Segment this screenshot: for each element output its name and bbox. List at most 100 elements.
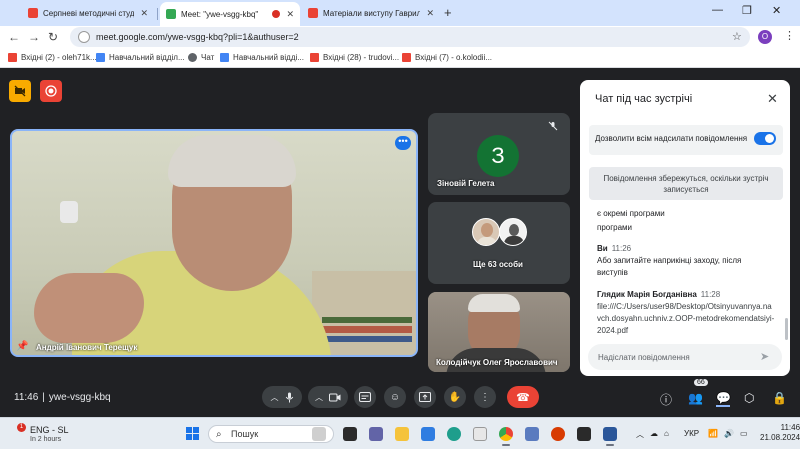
more-options-button[interactable]: ⋮ [474, 386, 496, 408]
chat-icon[interactable]: 💬 [716, 391, 731, 405]
recording-icon[interactable] [40, 80, 62, 102]
network-icon[interactable]: ⌂ [664, 429, 669, 438]
chevron-up-icon[interactable]: ︿ [636, 429, 644, 440]
address-bar[interactable]: meet.google.com/ywe-vsgg-kbq?pli=1&authu… [70, 27, 750, 47]
tab-gmail-studios[interactable]: Серпневі методичні студії - 20 ✕ [22, 3, 154, 23]
captions-button[interactable] [354, 386, 376, 408]
allow-messages-toggle[interactable] [754, 132, 776, 145]
powerpoint-icon[interactable] [551, 427, 565, 441]
people-icon[interactable]: 👥 [688, 391, 703, 405]
battery-icon[interactable]: ▭ [740, 429, 748, 438]
gmail-icon [8, 53, 17, 62]
close-icon[interactable]: ✕ [140, 8, 148, 19]
clock-date: 21.08.2024 [760, 433, 800, 442]
main-video-tile[interactable] [10, 129, 418, 357]
close-icon[interactable]: ✕ [426, 8, 434, 19]
raise-hand-button[interactable]: ✋ [444, 386, 466, 408]
terminal-icon[interactable] [577, 427, 591, 441]
participant-name: Зіновій Гелета [437, 179, 495, 188]
site-info-icon[interactable] [78, 31, 90, 43]
send-icon[interactable]: ➤ [760, 350, 769, 363]
file-explorer-icon[interactable] [395, 427, 409, 441]
host-controls-icon[interactable]: 🔒 [772, 391, 787, 405]
activities-icon[interactable]: ⬡ [744, 391, 754, 405]
camera-button[interactable]: ︿ [308, 386, 348, 408]
end-call-button[interactable]: ☎ [507, 386, 539, 408]
outlook-icon[interactable] [421, 427, 435, 441]
wifi-icon[interactable]: 📶 [708, 429, 718, 438]
message-time: 11:28 [700, 290, 721, 299]
chat-icon [188, 53, 197, 62]
weather-widget[interactable]: ENG - SL [14, 425, 69, 435]
duck-icon[interactable] [312, 427, 326, 441]
avatar [499, 218, 527, 246]
chat-message-author: Глядик Марія Богданівна 11:28 [597, 290, 720, 299]
profile-avatar[interactable]: O [758, 30, 772, 44]
close-icon[interactable]: ✕ [767, 91, 778, 107]
mic-off-icon [548, 121, 558, 134]
notice-line: записується [663, 185, 709, 194]
present-icon [419, 392, 431, 402]
back-icon[interactable]: ← [8, 30, 20, 44]
participants-count-badge: 66 [694, 379, 708, 386]
browser-menu-icon[interactable]: ⋮ [784, 29, 795, 42]
more-vert-icon: ⋮ [480, 391, 490, 403]
bookmark-label: Навчальний відділ... [109, 53, 185, 62]
others-count: Ще 63 особи [473, 260, 523, 269]
reload-icon[interactable]: ↻ [48, 30, 58, 44]
new-tab-icon[interactable]: + [444, 5, 452, 20]
speaker-hair [168, 135, 296, 187]
close-icon[interactable]: ✕ [286, 9, 294, 20]
edge-icon[interactable] [447, 427, 461, 441]
phone-hangup-icon: ☎ [516, 391, 530, 404]
gmail-icon [310, 53, 319, 62]
pin-icon[interactable]: 📌 [16, 341, 28, 352]
recording-notice: Повідомлення збережуться, оскільки зустр… [589, 167, 783, 200]
docs-icon [220, 53, 229, 62]
bookmark-item[interactable]: Вхідні (7) - o.kolodii... [402, 53, 492, 62]
bookmark-item[interactable]: Навчальний відділ... [96, 53, 185, 62]
settings-app-icon[interactable] [525, 427, 539, 441]
captions-icon [359, 392, 371, 402]
bookmark-item[interactable]: Чат [188, 53, 214, 62]
tab-meet[interactable]: Meet: "ywe-vsgg-kbq" ✕ [160, 2, 300, 26]
word-icon[interactable] [603, 427, 617, 446]
bookmark-item[interactable]: Вхідні (2) - oleh71k... [8, 53, 97, 62]
camera-icon [329, 393, 341, 401]
close-window-icon[interactable]: ✕ [772, 4, 781, 17]
minimize-icon[interactable]: — [712, 4, 723, 16]
windows-start-icon[interactable] [186, 427, 200, 441]
chat-link-line[interactable]: vch.dosyahn.uchniv.z.OOP-metodrekomendat… [597, 314, 774, 323]
task-view-icon[interactable] [343, 427, 357, 441]
volume-icon[interactable]: 🔊 [724, 429, 734, 438]
chat-link-line[interactable]: 2024.pdf [597, 326, 628, 335]
cloud-icon[interactable]: ☁ [650, 429, 658, 438]
bookmark-item[interactable]: Вхідні (28) - trudovi... [310, 53, 399, 62]
language-indicator[interactable]: УКР [684, 429, 699, 438]
camera-off-icon[interactable] [9, 80, 31, 102]
restore-icon[interactable]: ❐ [742, 4, 752, 17]
others-tile[interactable] [428, 202, 570, 284]
present-button[interactable] [414, 386, 436, 408]
bookmark-item[interactable]: Навчальний відді... [220, 53, 304, 62]
tab-gmail-materials[interactable]: Матеріали виступу Гаврилюк ✕ [302, 3, 440, 23]
chat-link-line[interactable]: file:///C:/Users/user98/Desktop/Otsinyuv… [597, 302, 772, 311]
system-clock[interactable]: 11:46 21.08.2024 [760, 423, 800, 443]
chevron-up-icon[interactable]: ︿ [271, 392, 279, 403]
mic-button[interactable]: ︿ [262, 386, 302, 408]
chat-title: Чат під час зустрічі [595, 93, 693, 105]
chevron-up-icon[interactable]: ︿ [315, 392, 323, 403]
book [324, 336, 412, 342]
active-indicator [716, 405, 730, 407]
chrome-icon[interactable] [499, 427, 513, 446]
teams-icon[interactable] [369, 427, 383, 441]
url-text: meet.google.com/ywe-vsgg-kbq?pli=1&authu… [96, 32, 299, 42]
store-icon[interactable] [473, 427, 487, 441]
tile-options-icon[interactable]: ••• [395, 136, 411, 150]
chat-scrollbar[interactable] [785, 318, 788, 340]
forward-icon[interactable]: → [28, 30, 40, 44]
bookmark-label: Чат [201, 53, 215, 62]
bookmark-star-icon[interactable]: ☆ [732, 30, 742, 43]
info-icon[interactable]: ⓘ [660, 391, 672, 408]
reactions-button[interactable]: ☺ [384, 386, 406, 408]
